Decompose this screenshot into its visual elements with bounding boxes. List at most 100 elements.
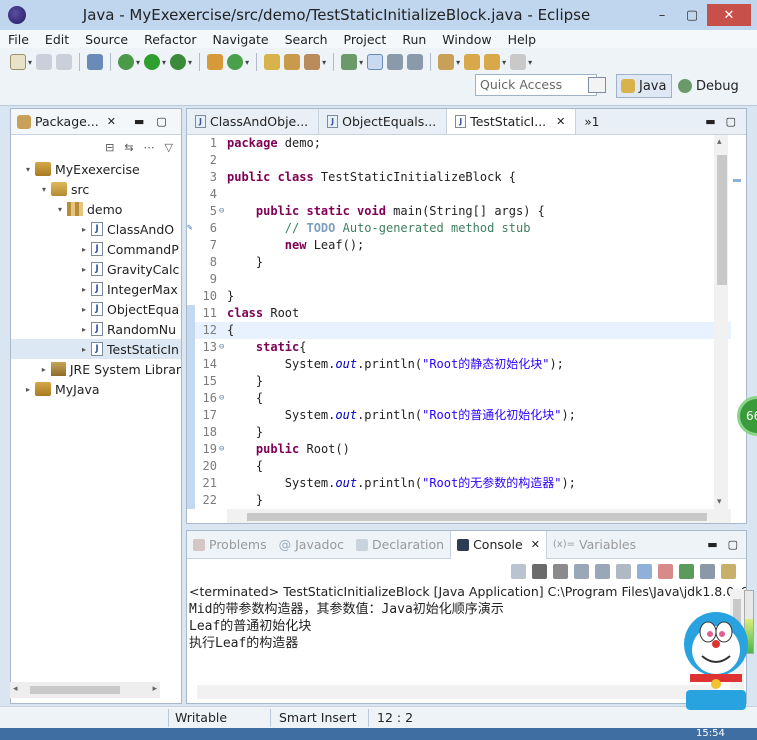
menu-navigate[interactable]: Navigate (205, 32, 277, 47)
tab-javadoc[interactable]: @ Javadoc (273, 537, 350, 552)
expand-toggle-icon[interactable]: ▸ (79, 225, 89, 234)
external-tools-icon[interactable] (170, 54, 187, 70)
eclipse-icon[interactable] (8, 6, 26, 24)
close-tab-icon[interactable]: ✕ (531, 538, 540, 551)
fold-toggle-icon[interactable]: ⊖ (219, 339, 224, 356)
next-annotation-icon[interactable] (341, 54, 358, 70)
doraemon-mascot-icon[interactable] (676, 604, 756, 714)
view-menu-icon[interactable]: ⋯ (144, 141, 155, 154)
tab-classandobject[interactable]: J ClassAndObje... (187, 109, 320, 134)
overview-ruler[interactable] (730, 135, 744, 509)
tree-item-myexexercise[interactable]: ▾ MyExexercise (11, 159, 181, 179)
menu-help[interactable]: Help (500, 32, 545, 47)
tree-item-commandparameter[interactable]: ▸ J CommandP (11, 239, 181, 259)
tab-overflow[interactable]: »1 (576, 109, 607, 134)
run-dropdown-icon[interactable]: ▾ (162, 58, 166, 67)
new-class-dropdown-icon[interactable]: ▾ (245, 58, 249, 67)
expand-toggle-icon[interactable]: ▸ (79, 285, 89, 294)
open-console-icon[interactable] (721, 563, 736, 579)
back-icon[interactable] (464, 54, 481, 70)
scroll-lock-icon[interactable] (574, 563, 589, 579)
fold-toggle-icon[interactable]: ⊖ (219, 390, 224, 407)
scroll-thumb[interactable] (247, 513, 707, 521)
display-console-icon[interactable] (700, 563, 715, 579)
tree-item-classandobject[interactable]: ▸ J ClassAndO (11, 219, 181, 239)
show-whitespace-icon[interactable] (407, 54, 424, 70)
tab-declaration[interactable]: Declaration (350, 537, 450, 552)
show-on-stderr-icon[interactable] (658, 563, 673, 579)
menu-source[interactable]: Source (77, 32, 136, 47)
tab-teststaticinitializeblock[interactable]: J TestStaticI... ✕ (447, 109, 577, 134)
block-selection-icon[interactable] (387, 54, 404, 70)
menu-project[interactable]: Project (336, 32, 395, 47)
tab-objectequals[interactable]: J ObjectEquals... (319, 109, 448, 134)
scroll-left-icon[interactable]: ◂ (13, 684, 18, 694)
minimize-button[interactable]: – (647, 4, 677, 26)
link-with-editor-icon[interactable]: ⇆ (124, 141, 133, 154)
package-explorer-hscroll[interactable]: ◂ ▸ (10, 682, 160, 698)
new-dropdown-icon[interactable]: ▾ (28, 58, 32, 67)
open-task-icon[interactable] (284, 54, 301, 70)
tab-variables[interactable]: (x)= Variables (547, 537, 642, 552)
quick-access-input[interactable]: Quick Access (475, 74, 597, 96)
minimize-editor-icon[interactable]: ▬ (699, 109, 721, 134)
word-wrap-icon[interactable] (616, 563, 631, 579)
toggle-mark-occurrences-icon[interactable] (367, 54, 384, 70)
scroll-right-icon[interactable]: ▸ (152, 684, 157, 694)
new-java-project-icon[interactable] (207, 54, 224, 70)
expand-toggle-icon[interactable]: ▾ (39, 185, 49, 194)
menu-window[interactable]: Window (434, 32, 499, 47)
expand-toggle-icon[interactable]: ▸ (39, 365, 49, 374)
maximize-button[interactable]: ▢ (677, 4, 707, 26)
menu-file[interactable]: File (0, 32, 37, 47)
scroll-thumb[interactable] (30, 686, 120, 694)
tab-problems[interactable]: Problems (187, 537, 273, 552)
new-class-icon[interactable] (227, 54, 244, 70)
skip-breakpoints-icon[interactable] (87, 54, 104, 70)
editor-hscroll[interactable] (227, 509, 731, 523)
code-area[interactable]: 1 package demo; 2 3 public class TestStati… (187, 135, 731, 509)
tree-item-randomnumber[interactable]: ▸ J RandomNu (11, 319, 181, 339)
tree-item-gravitycalc[interactable]: ▸ J GravityCalc (11, 259, 181, 279)
terminate-icon[interactable] (511, 563, 526, 579)
tree-item-teststaticinitializeblock[interactable]: ▸ J TestStaticIn (11, 339, 181, 359)
scroll-thumb[interactable] (717, 155, 727, 285)
close-button[interactable]: ✕ (707, 4, 751, 26)
menu-edit[interactable]: Edit (37, 32, 77, 47)
occurrence-marker[interactable] (733, 179, 741, 182)
menu-refactor[interactable]: Refactor (136, 32, 204, 47)
maximize-view-icon[interactable]: ▢ (156, 115, 166, 128)
expand-toggle-icon[interactable]: ▸ (79, 345, 89, 354)
view-menu-dropdown-icon[interactable]: ▽ (165, 141, 173, 154)
collapse-all-icon[interactable]: ⊟ (105, 141, 114, 154)
maximize-editor-icon[interactable]: ▢ (722, 109, 746, 134)
tree-item-src[interactable]: ▾ src (11, 179, 181, 199)
tree-item-integermax[interactable]: ▸ J IntegerMax (11, 279, 181, 299)
expand-toggle-icon[interactable]: ▸ (23, 385, 33, 394)
package-explorer-tab[interactable]: Package... ✕ ▬ ▢ (11, 109, 181, 135)
back-nav-icon[interactable] (484, 54, 501, 70)
console-hscroll[interactable] (197, 685, 717, 699)
close-tab-icon[interactable]: ✕ (556, 115, 565, 128)
debug-icon[interactable] (118, 54, 135, 70)
save-icon[interactable] (36, 54, 53, 70)
forward-dropdown-icon[interactable]: ▾ (528, 58, 532, 67)
expand-toggle-icon[interactable]: ▸ (79, 305, 89, 314)
scroll-down-icon[interactable]: ▾ (717, 497, 722, 507)
pin-console-icon[interactable] (679, 563, 694, 579)
fold-toggle-icon[interactable]: ⊖ (219, 441, 224, 458)
tab-console[interactable]: Console ✕ (450, 530, 547, 559)
back-dropdown-icon[interactable]: ▾ (502, 58, 506, 67)
expand-toggle-icon[interactable]: ▸ (79, 325, 89, 334)
run-icon[interactable] (144, 54, 161, 70)
editor-vscroll[interactable]: ▴ ▾ (714, 135, 728, 509)
open-type-icon[interactable] (264, 54, 281, 70)
forward-icon[interactable] (510, 54, 527, 70)
expand-toggle-icon[interactable]: ▾ (55, 205, 65, 214)
last-edit-location-icon[interactable] (438, 54, 455, 70)
minimize-view-icon[interactable]: ▬ (701, 538, 723, 551)
tree-item-myjava[interactable]: ▸ MyJava (11, 379, 181, 399)
perspective-debug[interactable]: Debug (676, 74, 739, 98)
new-icon[interactable] (10, 54, 26, 70)
tree-item-jre-library[interactable]: ▸ JRE System Librar (11, 359, 181, 379)
